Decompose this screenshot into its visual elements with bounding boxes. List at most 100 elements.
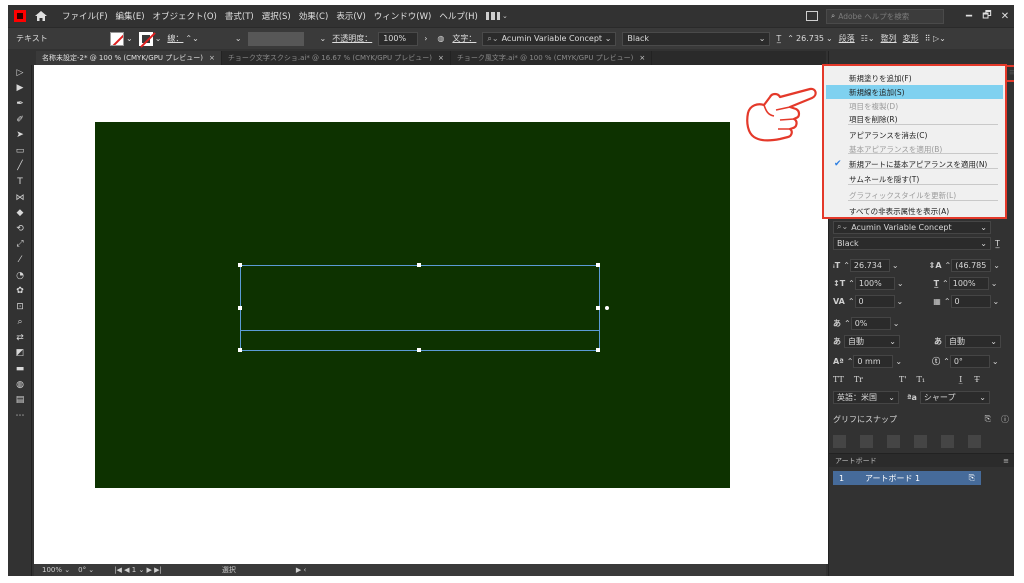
underline-button[interactable]: I̲ <box>959 375 962 384</box>
resize-handle[interactable] <box>596 348 600 352</box>
type-tool[interactable]: T <box>8 174 32 190</box>
aki-right-dropdown[interactable]: 自動 ⌄ <box>945 334 1001 348</box>
character-label[interactable]: 文字： <box>452 33 476 44</box>
anchor-tool[interactable]: ➤ <box>8 127 32 143</box>
strikethrough-button[interactable]: T̶ <box>974 375 979 384</box>
stroke-swatch[interactable] <box>138 31 153 46</box>
kerning-field[interactable]: 0 <box>854 294 895 308</box>
language-dropdown[interactable]: 英語：米国 ⌄ <box>833 390 899 404</box>
resize-handle[interactable] <box>596 306 600 310</box>
pen-tool[interactable]: ✒ <box>8 96 32 112</box>
rectangle-tool[interactable]: ▭ <box>8 143 32 159</box>
width-tool[interactable]: ⋈ <box>8 190 32 206</box>
snap-proximity-button[interactable] <box>914 434 927 448</box>
snap-angular-button[interactable] <box>941 434 954 448</box>
font-size-field[interactable]: 26.734 <box>849 258 890 272</box>
flyout-menu-item[interactable]: 新規線を追加(S) <box>826 85 1003 99</box>
resize-handle[interactable] <box>417 348 421 352</box>
zoom-tool[interactable]: ⌕ <box>8 315 32 331</box>
zoom-level-dropdown[interactable]: 100% ⌄ <box>42 566 70 574</box>
tab-document-2[interactable]: チョーク文字スクショ.ai* @ 16.67 % (CMYK/GPU プレビュー… <box>222 51 451 65</box>
direct-selection-tool[interactable]: ▶ <box>8 81 32 97</box>
panel-menu-icon[interactable]: ≡ <box>1003 457 1009 465</box>
tab-document-3[interactable]: チョーク風文字.ai* @ 100 % (CMYK/GPU プレビュー) × <box>451 51 653 65</box>
panel-menu-button[interactable]: ≡ <box>1005 65 1014 82</box>
help-search-input[interactable]: ⌕ Adobe ヘルプを検索 <box>826 8 944 24</box>
transform-label[interactable]: 変形 <box>903 33 919 44</box>
snap-options-icon[interactable]: ⎘ <box>985 414 991 424</box>
draw-mode-tool[interactable]: ◍ <box>8 377 32 393</box>
paragraph-label[interactable]: 段落 <box>839 33 855 44</box>
tab-document-1[interactable]: 名称未設定-2* @ 100 % (CMYK/GPU プレビュー) × <box>36 51 222 65</box>
stroke-weight-dropdown[interactable]: ⌄ <box>235 34 242 43</box>
font-size-stepper[interactable]: ⌃ <box>843 261 850 270</box>
eraser-tool[interactable]: ◆ <box>8 205 32 221</box>
menu-select[interactable]: 選択(S) <box>262 10 291 22</box>
snap-anchor-button[interactable] <box>968 434 981 448</box>
artboard[interactable] <box>95 122 730 488</box>
resize-handle[interactable] <box>238 348 242 352</box>
menu-type[interactable]: 書式(T) <box>225 10 254 22</box>
arrange-documents-icon[interactable] <box>806 11 818 21</box>
info-icon[interactable]: ⓘ <box>1001 414 1009 425</box>
close-window-button[interactable]: ✕ <box>996 11 1014 22</box>
antialias-dropdown[interactable]: シャープ ⌄ <box>919 390 990 404</box>
opacity-arrow-icon[interactable]: › <box>424 34 427 43</box>
opacity-label[interactable]: 不透明度： <box>332 33 372 44</box>
swap-colors-tool[interactable]: ⇄ <box>8 330 32 346</box>
symbol-tool[interactable]: ✿ <box>8 283 32 299</box>
recolor-icon[interactable]: ◍ <box>437 34 444 43</box>
all-caps-button[interactable]: TT <box>833 375 844 384</box>
font-style-dropdown[interactable]: Black ⌄ <box>622 31 771 46</box>
align-label[interactable]: 整列 <box>881 33 897 44</box>
close-tab-icon[interactable]: × <box>639 54 645 62</box>
menu-edit[interactable]: 編集(E) <box>116 10 145 22</box>
menu-object[interactable]: オブジェクト(O) <box>153 10 217 22</box>
snap-xheight-button[interactable] <box>860 434 873 448</box>
flyout-menu-item[interactable]: アピアランスを消去(C) <box>826 128 1003 142</box>
home-icon[interactable] <box>34 9 48 23</box>
artboard-navigation[interactable]: |◀ ◀ 1 ⌄ ▶ ▶| <box>114 566 162 574</box>
workspace-layout-icon[interactable]: ⌄ <box>485 11 508 21</box>
menu-effect[interactable]: 効果(C) <box>299 10 329 22</box>
snap-glyph-bounds-button[interactable] <box>887 434 900 448</box>
horizontal-scale-field[interactable]: 100% <box>948 276 989 290</box>
touch-type-icon[interactable]: T̲ <box>995 239 1000 248</box>
superscript-button[interactable]: T' <box>899 375 907 384</box>
selection-tool[interactable]: ▷ <box>8 65 32 81</box>
variable-width-profile[interactable] <box>247 31 304 46</box>
subscript-button[interactable]: T₁ <box>917 375 926 384</box>
leading-field[interactable]: (46.785 <box>951 258 992 272</box>
scale-tool[interactable]: ⤢ <box>8 237 32 253</box>
menu-window[interactable]: ウィンドウ(W) <box>374 10 432 22</box>
rotation-dropdown[interactable]: 0° ⌄ <box>78 566 94 574</box>
maximize-button[interactable]: 🗗 <box>978 8 996 25</box>
artboard-tool[interactable]: ⊡ <box>8 299 32 315</box>
fill-swatch[interactable] <box>110 31 124 46</box>
resize-handle[interactable] <box>417 263 421 267</box>
menu-help[interactable]: ヘルプ(H) <box>439 10 478 22</box>
minimize-button[interactable]: ━ <box>960 11 978 22</box>
tracking-field[interactable]: 0 <box>950 294 991 308</box>
selected-text-frame[interactable] <box>238 263 609 352</box>
screen-mode-tool[interactable]: ▤ <box>8 392 32 408</box>
align-options-icon[interactable]: ☷⌄ <box>861 34 875 43</box>
opacity-input[interactable]: 100% <box>378 31 419 46</box>
flyout-menu-item[interactable]: 新規塗りを追加(F) <box>826 71 1003 85</box>
small-caps-button[interactable]: Tr <box>854 375 863 384</box>
brush-tool[interactable]: ╱ <box>8 159 32 175</box>
artboards-panel-header[interactable]: アートボード ≡ <box>829 453 1014 467</box>
close-tab-icon[interactable]: × <box>209 54 215 62</box>
more-tools[interactable]: ⋯ <box>8 408 32 424</box>
text-threading-port[interactable] <box>605 306 609 310</box>
menu-file[interactable]: ファイル(F) <box>62 10 108 22</box>
color-mode-tool[interactable]: ▬ <box>8 361 32 377</box>
rotate-tool[interactable]: ⟲ <box>8 221 32 237</box>
status-arrows-icon[interactable]: ▶ ‹ <box>296 566 306 574</box>
canvas-area[interactable] <box>34 65 828 564</box>
eyedropper-tool[interactable]: ⁄ <box>8 252 32 268</box>
snap-baseline-button[interactable] <box>833 434 846 448</box>
vertical-scale-field[interactable]: 100% <box>854 276 895 290</box>
panel-font-family-dropdown[interactable]: ⌕⌄ Acumin Variable Concept ⌄ <box>833 220 991 234</box>
resize-handle[interactable] <box>596 263 600 267</box>
